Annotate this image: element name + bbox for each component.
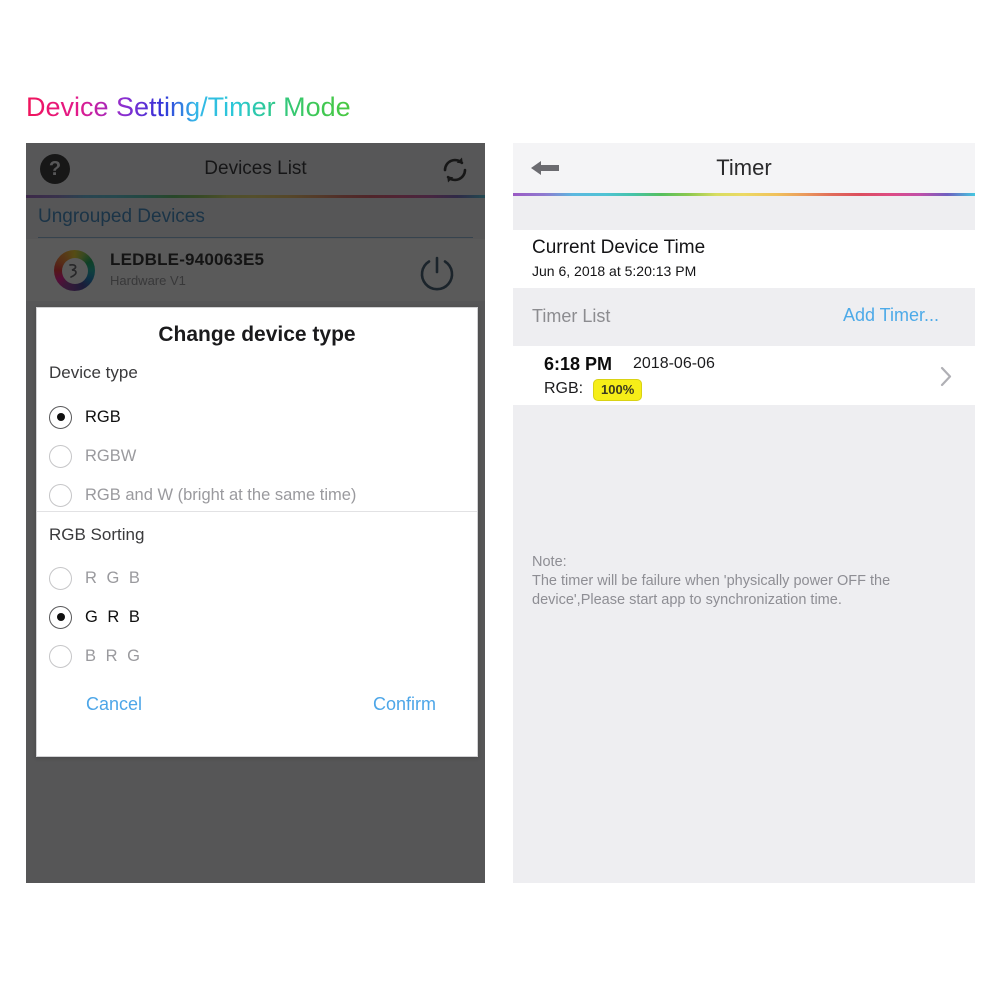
timer-note: Note: The timer will be failure when 'ph…	[532, 553, 932, 610]
timer-screen: Timer Current Device Time Jun 6, 2018 at…	[513, 143, 975, 883]
radio-option-label: RGBW	[85, 446, 137, 465]
radio-option-rgb-and-w[interactable]: RGB and W (bright at the same time)	[49, 479, 356, 511]
color-wheel-center	[61, 257, 88, 284]
chevron-right-glyph	[940, 366, 952, 387]
radio-indicator	[49, 566, 72, 590]
radio-indicator	[49, 405, 72, 429]
devices-list-navbar: Devices List ?	[26, 143, 485, 195]
rgb-color-wheel-icon	[54, 250, 95, 291]
ungrouped-devices-label: Ungrouped Devices	[38, 206, 205, 227]
back-arrow-glyph	[531, 161, 559, 175]
dialog-title: Change device type	[158, 323, 356, 346]
current-device-time-value: Jun 6, 2018 at 5:20:13 PM	[532, 263, 697, 279]
timer-navbar: Timer	[513, 143, 975, 193]
radio-option-rgb[interactable]: RGB	[49, 401, 121, 433]
radio-option-label: R G B	[85, 568, 143, 587]
timer-row-date: 2018-06-06	[633, 355, 715, 372]
current-device-time-label: Current Device Time	[532, 237, 706, 258]
devices-list-title: Devices List	[204, 158, 307, 179]
brightness-badge: 100%	[593, 379, 643, 401]
radio-option-label: B R G	[85, 646, 143, 665]
dialog-section-divider	[37, 511, 477, 512]
radio-option-rgb-order[interactable]: R G B	[49, 562, 142, 594]
device-type-section-label: Device type	[49, 363, 138, 382]
radio-indicator	[49, 444, 72, 468]
add-timer-button[interactable]: Add Timer...	[843, 305, 939, 326]
radio-indicator	[49, 605, 72, 629]
timer-list-row[interactable]: 6:18 PM 2018-06-06 RGB: 100%	[513, 346, 975, 405]
device-hardware-version: Hardware V1	[110, 273, 186, 288]
radio-indicator	[49, 644, 72, 668]
refresh-sync-icon[interactable]	[439, 154, 471, 186]
timer-top-spacer	[513, 196, 975, 230]
refresh-sync-glyph	[443, 157, 467, 183]
timer-list-label: Timer List	[532, 306, 611, 326]
section-rule	[38, 237, 473, 238]
help-icon[interactable]: ?	[40, 154, 70, 184]
radio-option-brg-order[interactable]: B R G	[49, 640, 142, 672]
cancel-button[interactable]: Cancel	[86, 694, 142, 715]
note-line-1: Note:	[532, 554, 567, 570]
device-name: LEDBLE-940063E5	[110, 250, 265, 269]
radio-option-label: G R B	[85, 607, 143, 626]
power-glyph	[420, 256, 454, 291]
confirm-button[interactable]: Confirm	[373, 694, 436, 715]
note-line-2: The timer will be failure when 'physical…	[532, 573, 891, 589]
current-device-time-block: Current Device Time Jun 6, 2018 at 5:20:…	[513, 230, 975, 288]
squiggle-glyph	[68, 263, 77, 278]
chevron-right-icon[interactable]	[940, 366, 953, 387]
change-device-type-dialog: Change device type Device type RGB RGBW …	[36, 307, 478, 757]
note-line-3: device',Please start app to synchronizat…	[532, 592, 842, 608]
power-button-icon[interactable]	[415, 249, 459, 293]
back-arrow-icon[interactable]	[529, 156, 561, 180]
radio-option-label: RGB	[85, 407, 121, 426]
device-list-item[interactable]: LEDBLE-940063E5 Hardware V1	[26, 239, 485, 301]
timer-body: Note: The timer will be failure when 'ph…	[513, 405, 975, 883]
timer-list-header: Timer List Add Timer...	[513, 288, 975, 346]
page-title: Device Setting/Timer Mode	[26, 92, 351, 122]
radio-option-grb-order[interactable]: G R B	[49, 601, 142, 633]
timer-row-time: 6:18 PM	[544, 354, 613, 374]
radio-option-label: RGB and W (bright at the same time)	[85, 485, 357, 504]
timer-row-channel-label: RGB:	[544, 380, 584, 397]
ungrouped-devices-section[interactable]: Ungrouped Devices	[26, 198, 485, 238]
radio-option-rgbw[interactable]: RGBW	[49, 440, 136, 472]
rgb-sorting-section-label: RGB Sorting	[49, 525, 145, 544]
radio-indicator	[49, 483, 72, 507]
timer-title: Timer	[716, 155, 772, 180]
rainbow-divider-left	[26, 195, 485, 198]
